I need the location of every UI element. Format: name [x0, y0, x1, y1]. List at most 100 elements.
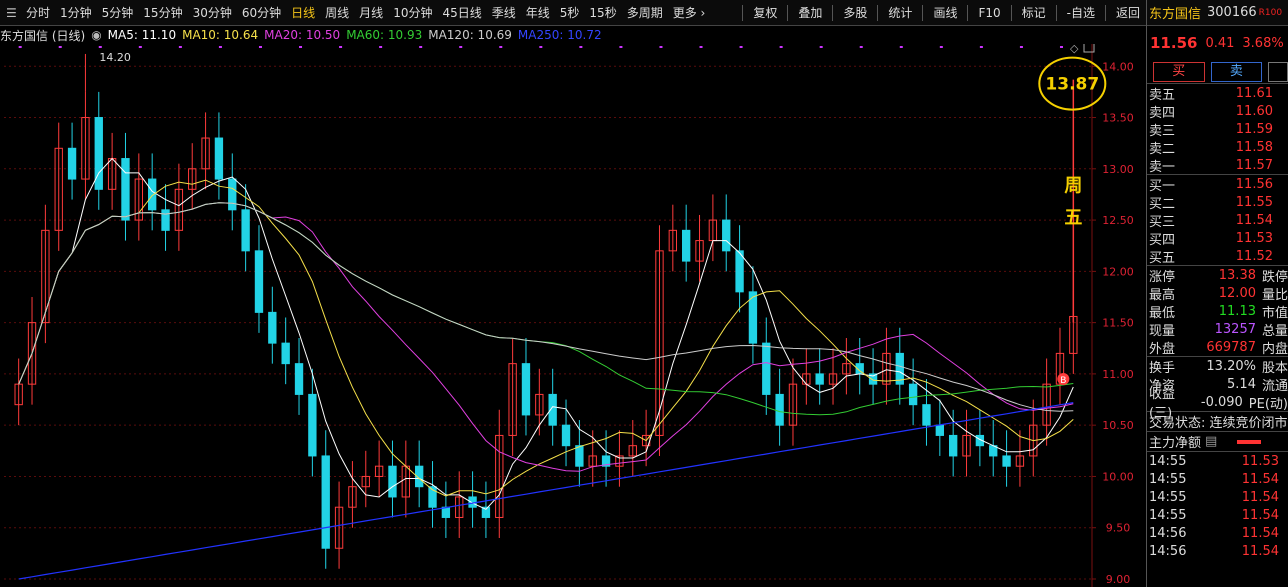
tool-button[interactable]: 返回 — [1116, 4, 1140, 21]
row-value: -0.090 — [1200, 394, 1243, 410]
divider — [877, 4, 879, 21]
event-dot — [499, 46, 503, 48]
y-tick-label: 12.50 — [1102, 214, 1134, 227]
last-price: 11.56 — [1150, 34, 1198, 52]
candle-body — [228, 178, 237, 211]
more-button[interactable] — [1268, 61, 1288, 82]
row-extra-label: 股本 — [1261, 360, 1288, 376]
quote-row: 卖四 11.60 — [1147, 102, 1288, 121]
row-extra-label: 跌停 — [1261, 269, 1288, 285]
sell-button[interactable]: 卖 — [1210, 61, 1263, 82]
candle-body — [281, 342, 290, 365]
event-dot — [979, 46, 983, 48]
event-dot — [299, 46, 303, 48]
main-flow: 主力净额 ▤ — [1147, 432, 1288, 452]
menu-icon[interactable]: ☰ — [6, 6, 20, 20]
quote-row: 现量 13257 总量 — [1147, 320, 1288, 339]
period-tab[interactable]: 月线 — [359, 4, 383, 21]
row-label: 买四 — [1149, 232, 1176, 248]
event-dot — [1059, 46, 1063, 48]
stock-tag: R100 — [1258, 7, 1283, 18]
quote-row: 外盘 669787 内盘 — [1147, 338, 1288, 357]
tick-price: 11.54 — [1241, 471, 1279, 487]
candle-body — [214, 137, 224, 180]
candle-body — [762, 342, 771, 395]
quote-row: 买五 11.52 — [1147, 247, 1288, 266]
quote-row: 买二 11.55 — [1147, 193, 1288, 212]
candle-body — [254, 250, 264, 313]
candle-body — [722, 219, 731, 252]
period-tab[interactable]: 15秒 — [589, 4, 616, 21]
period-tab[interactable]: 15分钟 — [143, 4, 182, 21]
candle-body — [241, 209, 250, 252]
period-tab[interactable]: 45日线 — [442, 4, 481, 21]
buy-button[interactable]: 买 — [1153, 61, 1205, 82]
period-tab[interactable]: 日线 — [291, 4, 315, 21]
row-extra-label: 内盘 — [1261, 341, 1288, 357]
tool-button[interactable]: 复权 — [753, 4, 777, 21]
tool-button[interactable]: F10 — [978, 6, 1000, 20]
kline-chart[interactable]: 14.00 13.50 13.00 12.50 12.00 11.50 11.00 10.50… — [0, 44, 1146, 587]
row-label: 外盘 — [1149, 341, 1176, 357]
tool-button[interactable]: 多股 — [843, 4, 867, 21]
period-tab[interactable]: 分时 — [26, 4, 50, 21]
price-change: 0.41 — [1205, 35, 1235, 51]
tool-button[interactable]: 统计 — [888, 4, 912, 21]
list-icon[interactable]: ▤ — [1205, 434, 1217, 449]
y-tick-label: 13.50 — [1102, 112, 1134, 125]
price-change-pct: 3.68% — [1242, 35, 1284, 51]
event-dot — [178, 46, 182, 48]
row-label: 买二 — [1149, 196, 1176, 212]
event-dot — [339, 46, 343, 48]
period-tab[interactable]: 季线 — [492, 4, 516, 21]
event-dot — [699, 46, 703, 48]
row-value: 13.20% — [1206, 358, 1256, 374]
period-tab[interactable]: 1分钟 — [60, 4, 92, 21]
tool-button[interactable]: 叠加 — [798, 4, 822, 21]
candle-body — [1002, 455, 1011, 467]
row-label: 现量 — [1149, 323, 1176, 339]
tick-time: 14:55 — [1149, 507, 1187, 523]
ma-line — [18, 179, 1074, 497]
event-dot — [659, 46, 663, 48]
quote-row: 最高 12.00 量比 — [1147, 284, 1288, 303]
y-tick-label: 9.00 — [1106, 573, 1131, 586]
row-value: 12.00 — [1218, 285, 1256, 301]
quote-row: 卖五 11.61 — [1147, 84, 1288, 103]
candle-body — [441, 506, 451, 518]
stock-header: 东方国信 300166 R100 — [1147, 0, 1288, 26]
row-label: 换手 — [1149, 360, 1176, 376]
tick-row: 14:56 11.54 — [1147, 542, 1288, 560]
event-dot — [138, 46, 142, 48]
row-label: 买三 — [1149, 214, 1176, 230]
row-extra-label: 市值 — [1261, 305, 1288, 321]
y-tick-label: 11.00 — [1102, 368, 1134, 381]
y-tick-label: 10.00 — [1102, 470, 1134, 483]
period-tab[interactable]: 年线 — [526, 4, 550, 21]
quote-row: 收益(三) -0.090 PE(动) — [1147, 387, 1288, 421]
period-tab[interactable]: 30分钟 — [193, 4, 232, 21]
tool-button[interactable]: 画线 — [933, 4, 957, 21]
period-tab[interactable]: 10分钟 — [393, 4, 432, 21]
row-value: 11.61 — [1235, 85, 1273, 101]
period-tab[interactable]: 60分钟 — [242, 4, 281, 21]
event-dot — [619, 46, 623, 48]
period-tab[interactable]: 多周期 — [627, 4, 663, 21]
ma120-value: MA120: 10.69 — [428, 28, 512, 42]
ask-book: 卖五 11.61 卖四 11.60 卖三 11.59 卖二 11.58 卖一 11.57 — [1147, 84, 1288, 175]
period-tab[interactable]: 更多 › — [673, 4, 706, 21]
tool-button[interactable]: -自选 — [1067, 4, 1095, 21]
tool-button[interactable]: 标记 — [1022, 4, 1046, 21]
period-tab[interactable]: 5秒 — [560, 4, 580, 21]
event-dot — [258, 46, 262, 48]
candle-body — [321, 455, 330, 549]
friday-label-char: 周 — [1064, 175, 1082, 196]
tick-time: 14:55 — [1149, 471, 1187, 487]
period-tab[interactable]: 周线 — [325, 4, 349, 21]
row-value: 11.58 — [1235, 139, 1273, 155]
y-tick-label: 14.00 — [1102, 60, 1134, 73]
candle-body — [935, 424, 944, 436]
period-tab[interactable]: 5分钟 — [102, 4, 134, 21]
settings-icon[interactable]: ◉ — [91, 28, 101, 42]
event-dot — [1019, 46, 1023, 48]
